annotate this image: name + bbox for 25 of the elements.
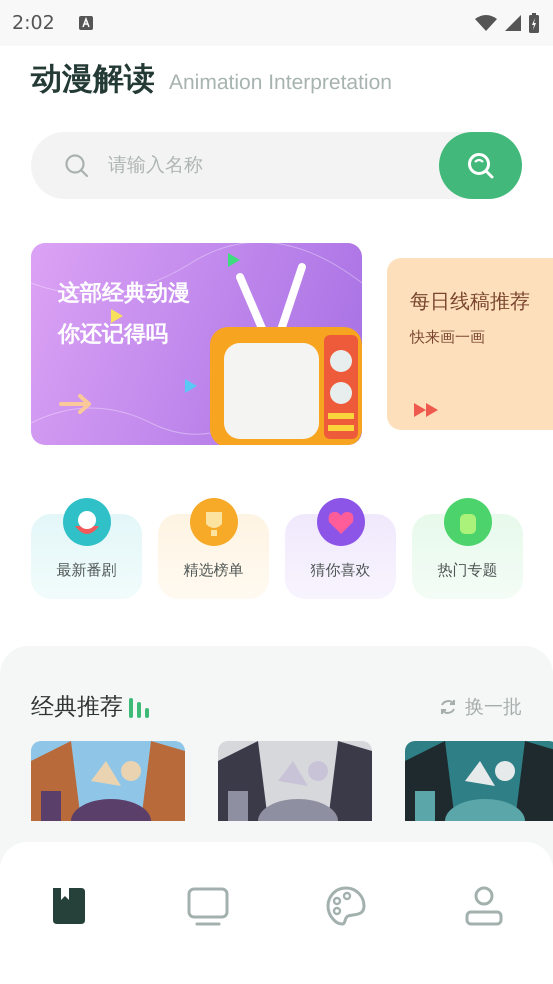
status-time: 2:02 (12, 10, 55, 36)
banner-text: 每日线稿推荐 (410, 288, 531, 315)
wifi-icon (475, 15, 497, 31)
banner-text: 快来画一画 (410, 327, 486, 348)
bars-icon (127, 696, 151, 718)
confetti-icon (228, 253, 240, 267)
banner-text: 这部经典动漫 (58, 280, 191, 308)
section-title: 经典推荐 (31, 693, 123, 722)
search-icon (466, 150, 496, 180)
search-icon (64, 152, 90, 178)
confetti-icon (111, 309, 123, 323)
signal-icon (505, 15, 521, 31)
arrow-icon (59, 393, 93, 415)
search-bar[interactable]: 请输入名称 (31, 132, 522, 199)
app-subtitle: Animation Interpretation (169, 70, 392, 96)
fast-forward-icon (414, 403, 440, 417)
palette-icon (324, 884, 368, 928)
banner-text: 你还记得吗 (58, 321, 169, 349)
notification-icon (78, 16, 93, 30)
search-field[interactable]: 请输入名称 (106, 150, 439, 181)
app-title: 动漫解读 (31, 60, 155, 98)
refresh-icon (439, 698, 457, 716)
battery-icon (529, 13, 539, 33)
banner-card[interactable]: 每日线稿推荐 快来画一画 (387, 258, 553, 430)
confetti-icon (185, 379, 197, 393)
